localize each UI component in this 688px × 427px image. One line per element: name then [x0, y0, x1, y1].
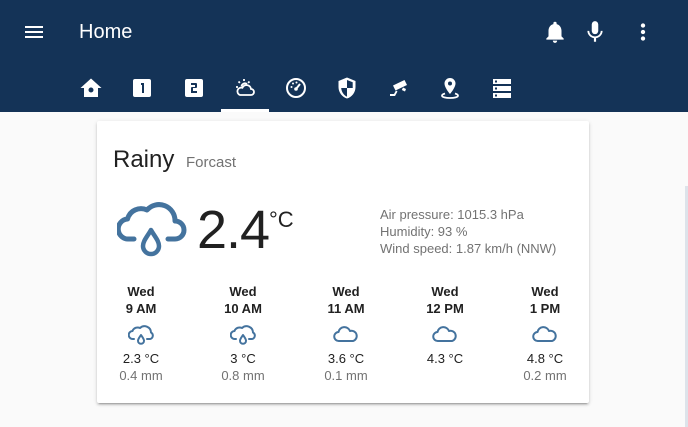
forecast-temp: 3 °C: [230, 351, 256, 366]
forecast-time: 11 AM: [327, 301, 365, 316]
forecast-item: Wed 12 PM 4.3 °C: [400, 283, 490, 367]
forecast-time: 9 AM: [125, 301, 157, 316]
forecast-temp: 4.8 °C: [526, 351, 564, 366]
forecast-day: Wed: [127, 284, 155, 299]
air-pressure: Air pressure: 1015.3 hPa: [380, 207, 524, 222]
forecast-item: Wed 10 AM 3 °C 0.8 mm: [198, 283, 288, 384]
forecast-item: Wed 1 PM 4.8 °C 0.2 mm: [500, 283, 590, 384]
current-temperature: 2.4: [197, 200, 270, 260]
forecast-day: Wed: [229, 284, 257, 299]
active-tab-indicator: [221, 109, 269, 112]
forecast-day: Wed: [332, 284, 360, 299]
numeric-1-box-icon[interactable]: [118, 64, 166, 112]
gauge-icon[interactable]: [272, 64, 320, 112]
numeric-2-box-icon[interactable]: [170, 64, 218, 112]
forecast-time: 12 PM: [426, 301, 464, 316]
forecast-temp: 3.6 °C: [327, 351, 365, 366]
forecast-precip: 0.2 mm: [523, 368, 567, 383]
forecast-time: 1 PM: [529, 301, 561, 316]
forecast-time: 10 AM: [224, 301, 262, 316]
cloud-rain-icon: [115, 197, 187, 268]
forecast-precip: 0.4 mm: [119, 368, 163, 383]
cctv-camera-icon[interactable]: [375, 64, 423, 112]
page-title: Home: [79, 21, 133, 43]
microphone-icon[interactable]: [582, 19, 608, 45]
wind-speed: Wind speed: 1.87 km/h (NNW): [380, 241, 557, 256]
forecast-precip: 0.1 mm: [324, 368, 368, 383]
forecast-item: Wed 11 AM 3.6 °C 0.1 mm: [301, 283, 391, 384]
security-shield-icon[interactable]: [323, 64, 371, 112]
cloud-rain-icon: [128, 325, 154, 345]
map-marker-radius-icon[interactable]: [426, 64, 474, 112]
forecast-precip: 0.8 mm: [221, 368, 265, 383]
app-toolbar: Home: [0, 0, 688, 112]
forecast-item: Wed 9 AM 2.3 °C 0.4 mm: [96, 283, 186, 384]
forecast-temp: 4.3 °C: [426, 351, 464, 366]
cloud-icon: [532, 326, 557, 342]
temperature-unit: °C: [269, 207, 294, 232]
home-icon[interactable]: [67, 64, 115, 112]
forecast-day: Wed: [531, 284, 559, 299]
bell-icon[interactable]: [542, 19, 568, 45]
cloud-icon: [432, 326, 457, 342]
menu-icon[interactable]: [22, 20, 48, 44]
weather-forecast-card[interactable]: Rainy Forcast 2.4 °C Air pressure: 1015.…: [97, 121, 589, 403]
forecast-temp: 2.3 °C: [122, 351, 160, 366]
forecast-label: Forcast: [186, 154, 237, 171]
weather-condition: Rainy: [113, 146, 175, 173]
more-vert-icon[interactable]: [630, 19, 656, 45]
cloud-icon: [333, 326, 358, 342]
cloud-rain-icon: [230, 325, 256, 345]
weather-partly-cloudy-icon[interactable]: [221, 64, 269, 112]
weather-attributes: Air pressure: 1015.3 hPa Humidity: 93 % …: [380, 206, 556, 257]
humidity: Humidity: 93 %: [380, 224, 468, 239]
server-icon[interactable]: [478, 64, 526, 112]
forecast-day: Wed: [431, 284, 459, 299]
